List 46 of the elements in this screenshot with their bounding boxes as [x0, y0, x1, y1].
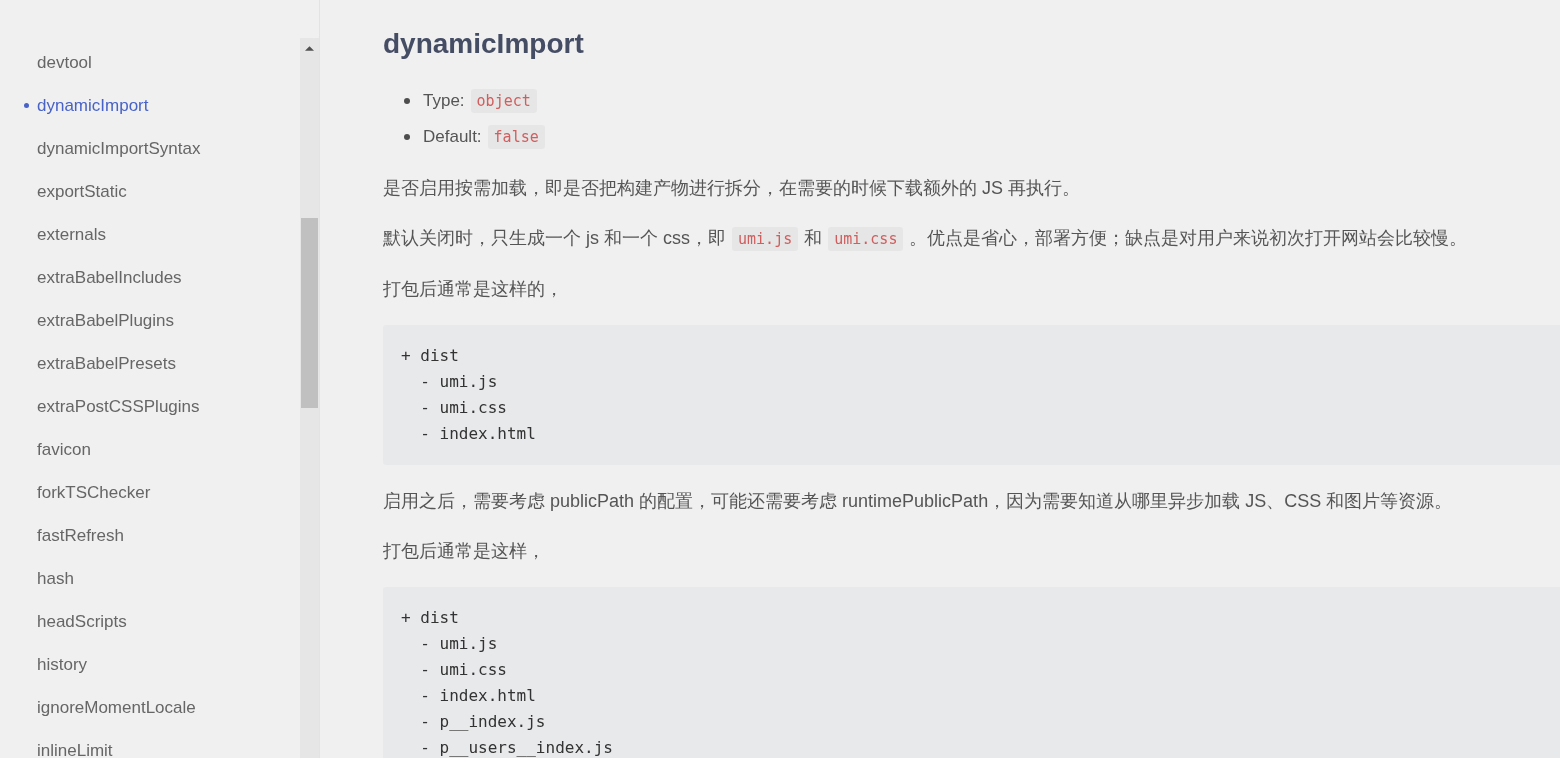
- sidebar-link[interactable]: history: [0, 643, 300, 686]
- code-line: - umi.js: [419, 633, 499, 655]
- sidebar-link[interactable]: extraPostCSSPlugins: [0, 385, 300, 428]
- sidebar-link[interactable]: dynamicImport: [0, 84, 300, 127]
- inline-code: umi.css: [828, 227, 904, 251]
- sidebar-link[interactable]: extraBabelIncludes: [0, 256, 300, 299]
- paragraph-text: 是否启用按需加载，即是否把构建产物进行拆分，在需要的时候下载额外的 JS 再执行。: [383, 178, 1080, 198]
- scrollbar-thumb[interactable]: [301, 218, 318, 408]
- sidebar-link[interactable]: headScripts: [0, 600, 300, 643]
- inline-code: umi.js: [732, 227, 799, 251]
- dot-icon: [24, 103, 29, 108]
- inline-code: false: [487, 125, 545, 149]
- paragraph-text: 。优点是省心，部署方便；缺点是对用户来说初次打开网站会比较慢。: [909, 228, 1468, 248]
- sidebar-link[interactable]: extraBabelPresets: [0, 342, 300, 385]
- page-heading: dynamicImport: [383, 27, 584, 61]
- sidebar-link[interactable]: favicon: [0, 428, 300, 471]
- paragraph-text: 和: [804, 228, 823, 248]
- code-line: + dist: [401, 607, 460, 629]
- sidebar-link[interactable]: dynamicImportSyntax: [0, 127, 300, 170]
- sidebar-link[interactable]: extraBabelPlugins: [0, 299, 300, 342]
- code-line: - index.html: [419, 423, 537, 445]
- bullet-icon: [404, 134, 410, 140]
- sidebar-link[interactable]: inlineLimit: [0, 729, 300, 758]
- paragraph-text: 打包后通常是这样的，: [383, 279, 563, 299]
- property-label: Type:: [423, 91, 465, 111]
- code-line: - index.html: [419, 685, 537, 707]
- sidebar-link[interactable]: ignoreMomentLocale: [0, 686, 300, 729]
- code-line: - umi.js: [419, 371, 499, 393]
- code-line: + dist: [401, 345, 460, 367]
- paragraph-text: 打包后通常是这样，: [383, 541, 545, 561]
- sidebar-link[interactable]: hash: [0, 557, 300, 600]
- code-line: - umi.css: [419, 397, 508, 419]
- paragraph-text: 默认关闭时，只生成一个 js 和一个 css，即: [383, 228, 726, 248]
- sidebar-link[interactable]: devtool: [0, 41, 300, 84]
- triangle-up-icon: [305, 45, 314, 51]
- sidebar-link[interactable]: externals: [0, 213, 300, 256]
- sidebar-link[interactable]: exportStatic: [0, 170, 300, 213]
- inline-code: object: [470, 89, 537, 113]
- sidebar-link[interactable]: forkTSChecker: [0, 471, 300, 514]
- code-line: - p__users__index.js: [419, 737, 614, 758]
- code-line: - p__index.js: [419, 711, 547, 733]
- code-line: - umi.css: [419, 659, 508, 681]
- property-label: Default:: [423, 127, 482, 147]
- paragraph-text: 启用之后，需要考虑 publicPath 的配置，可能还需要考虑 runtimePublicPath，因为需要知道从哪里异步加载 JS、CSS 和图片等资源。: [383, 491, 1453, 511]
- sidebar-link[interactable]: fastRefresh: [0, 514, 300, 557]
- bullet-icon: [404, 98, 410, 104]
